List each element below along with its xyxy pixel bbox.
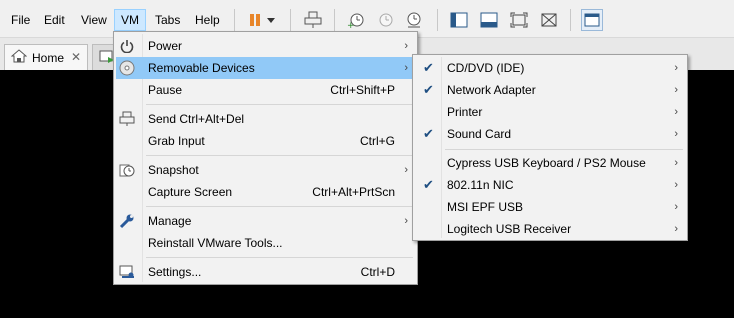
menu-item-label: Logitech USB Receiver bbox=[447, 222, 572, 236]
menu-view[interactable]: View bbox=[74, 9, 114, 31]
menu-item-settings[interactable]: Settings... Ctrl+D bbox=[116, 261, 415, 283]
menu-tabs[interactable]: Tabs bbox=[148, 9, 187, 31]
menu-item-label: Printer bbox=[447, 105, 483, 119]
unity-icon[interactable] bbox=[538, 9, 560, 31]
settings-icon bbox=[119, 264, 135, 280]
revert-snapshot-icon[interactable] bbox=[374, 9, 396, 31]
show-library-icon[interactable] bbox=[448, 9, 470, 31]
menu-item-pause[interactable]: Pause Ctrl+Shift+P bbox=[116, 79, 415, 101]
snapshot-manager-icon[interactable] bbox=[403, 9, 425, 31]
menu-item-shortcut: Ctrl+Alt+PrtScn bbox=[312, 185, 395, 199]
menu-item-label: Power bbox=[148, 39, 183, 53]
svg-text:+: + bbox=[347, 21, 355, 29]
menu-item-label: Grab Input bbox=[148, 134, 205, 148]
menu-item-label: Removable Devices bbox=[148, 61, 255, 75]
menu-item-grab-input[interactable]: Grab Input Ctrl+G bbox=[116, 130, 415, 152]
toolbar-separator bbox=[570, 9, 571, 31]
menu-item-label: Pause bbox=[148, 83, 183, 97]
chevron-right-icon: › bbox=[674, 157, 678, 169]
menu-vm[interactable]: VM bbox=[114, 9, 146, 31]
menu-item-label: Network Adapter bbox=[447, 83, 536, 97]
chevron-right-icon: › bbox=[674, 223, 678, 235]
menu-item-shortcut: Ctrl+Shift+P bbox=[330, 83, 395, 97]
menu-item-shortcut: Ctrl+G bbox=[359, 134, 395, 148]
tab-home[interactable]: Home ✕ bbox=[4, 44, 88, 70]
menu-separator bbox=[146, 206, 413, 207]
toolbar-separator bbox=[334, 9, 335, 31]
menu-item-label: Settings... bbox=[148, 265, 202, 279]
menu-item-label: Manage bbox=[148, 214, 192, 228]
menu-item-network-adapter[interactable]: ✔ Network Adapter › bbox=[415, 79, 685, 101]
menu-item-label: 802.11n NIC bbox=[447, 178, 514, 192]
chevron-right-icon: › bbox=[674, 106, 678, 118]
power-icon bbox=[119, 38, 135, 54]
chevron-right-icon: › bbox=[674, 128, 678, 140]
console-view-icon[interactable] bbox=[581, 9, 603, 31]
send-ctrl-alt-del-icon[interactable] bbox=[302, 9, 324, 31]
menu-item-cd-dvd[interactable]: ✔ CD/DVD (IDE) › bbox=[415, 57, 685, 79]
dropdown-arrow-icon[interactable] bbox=[264, 9, 278, 31]
menu-item-label: Reinstall VMware Tools... bbox=[148, 236, 283, 250]
snapshot-icon bbox=[119, 162, 135, 178]
thumbnail-bar-icon[interactable] bbox=[478, 9, 500, 31]
menu-item-send-ctrl-alt-del[interactable]: Send Ctrl+Alt+Del bbox=[116, 108, 415, 130]
chevron-right-icon: › bbox=[404, 40, 408, 52]
wrench-icon bbox=[119, 213, 135, 229]
full-screen-icon[interactable] bbox=[508, 9, 530, 31]
menu-item-power[interactable]: Power › bbox=[116, 35, 415, 57]
menu-separator bbox=[146, 257, 413, 258]
menu-item-capture-screen[interactable]: Capture Screen Ctrl+Alt+PrtScn bbox=[116, 181, 415, 203]
chevron-right-icon: › bbox=[674, 84, 678, 96]
checkmark-icon: ✔ bbox=[423, 126, 434, 141]
menu-item-snapshot[interactable]: Snapshot › bbox=[116, 159, 415, 181]
menu-item-printer[interactable]: Printer › bbox=[415, 101, 685, 123]
menu-item-cypress-usb-keyboard[interactable]: Cypress USB Keyboard / PS2 Mouse › bbox=[415, 152, 685, 174]
toolbar-separator bbox=[234, 9, 235, 31]
menu-item-802-11n-nic[interactable]: ✔ 802.11n NIC › bbox=[415, 174, 685, 196]
menu-item-removable-devices[interactable]: Removable Devices › bbox=[116, 57, 415, 79]
chevron-right-icon: › bbox=[404, 164, 408, 176]
menu-item-label: Cypress USB Keyboard / PS2 Mouse bbox=[447, 156, 646, 170]
menu-item-label: Capture Screen bbox=[148, 185, 233, 199]
menu-item-label: Snapshot bbox=[148, 163, 199, 177]
chevron-right-icon: › bbox=[674, 179, 678, 191]
toolbar-separator bbox=[290, 9, 291, 31]
menu-separator bbox=[445, 149, 683, 150]
take-snapshot-icon[interactable]: + bbox=[345, 9, 367, 31]
chevron-right-icon: › bbox=[674, 62, 678, 74]
menu-item-shortcut: Ctrl+D bbox=[360, 265, 395, 279]
menu-file[interactable]: File bbox=[4, 9, 37, 31]
menu-item-logitech-usb-receiver[interactable]: Logitech USB Receiver › bbox=[415, 218, 685, 240]
chevron-right-icon: › bbox=[404, 215, 408, 227]
removable-devices-submenu: ✔ CD/DVD (IDE) › ✔ Network Adapter › Pri… bbox=[412, 54, 688, 241]
checkmark-icon: ✔ bbox=[423, 177, 434, 192]
checkmark-icon: ✔ bbox=[423, 60, 434, 75]
menu-item-reinstall-vmware-tools[interactable]: Reinstall VMware Tools... bbox=[116, 232, 415, 254]
menu-item-label: MSI EPF USB bbox=[447, 200, 524, 214]
menu-separator bbox=[146, 155, 413, 156]
cd-icon bbox=[119, 60, 135, 76]
home-icon bbox=[10, 49, 28, 66]
menu-edit[interactable]: Edit bbox=[37, 9, 72, 31]
pause-icon[interactable] bbox=[244, 9, 266, 31]
vm-menu: Power › Removable Devices › Pause Ctrl+S… bbox=[113, 31, 418, 285]
checkmark-icon: ✔ bbox=[423, 82, 434, 97]
menu-item-msi-epf-usb[interactable]: MSI EPF USB › bbox=[415, 196, 685, 218]
menu-separator bbox=[146, 104, 413, 105]
keyboard-icon bbox=[119, 111, 135, 127]
menu-item-label: Send Ctrl+Alt+Del bbox=[148, 112, 245, 126]
menu-item-sound-card[interactable]: ✔ Sound Card › bbox=[415, 123, 685, 145]
chevron-right-icon: › bbox=[674, 201, 678, 213]
toolbar-separator bbox=[437, 9, 438, 31]
menu-item-label: Sound Card bbox=[447, 127, 512, 141]
menu-help[interactable]: Help bbox=[188, 9, 227, 31]
menu-item-label: CD/DVD (IDE) bbox=[447, 61, 525, 75]
tab-home-label: Home bbox=[32, 50, 65, 65]
menu-item-manage[interactable]: Manage › bbox=[116, 210, 415, 232]
chevron-right-icon: › bbox=[404, 62, 408, 74]
close-icon[interactable]: ✕ bbox=[71, 50, 81, 64]
